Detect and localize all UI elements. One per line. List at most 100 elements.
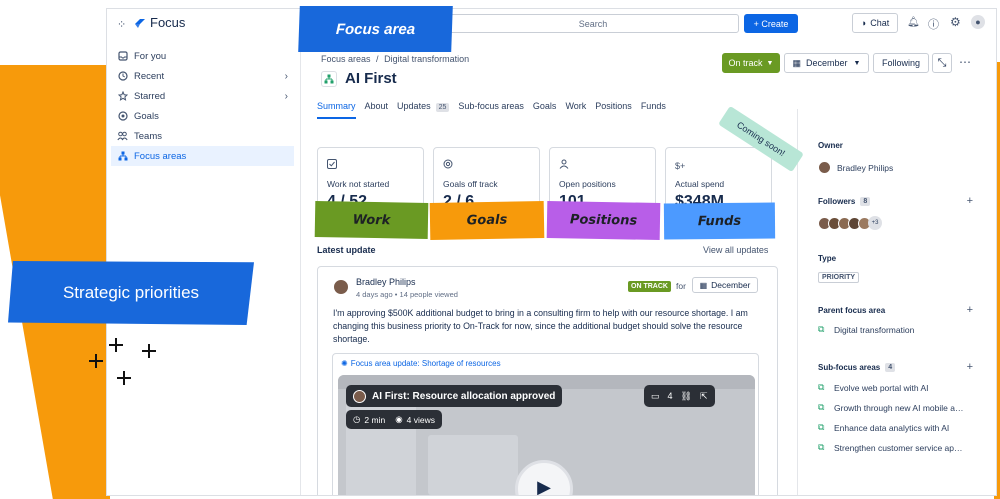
clock-icon — [117, 71, 128, 82]
update-card: Bradley Philips 4 days ago • 14 people v… — [317, 266, 778, 496]
sub-focus-area-name: Enhance data analytics with AI — [834, 422, 950, 433]
chevron-right-icon[interactable]: › — [285, 71, 288, 82]
tab-about[interactable]: About — [365, 101, 389, 119]
metric-card-funds[interactable]: $+ Actual spend $348M — [665, 147, 772, 211]
breadcrumb-root-link[interactable]: Focus areas — [321, 54, 371, 64]
tab-updates[interactable]: Updates 25 — [397, 101, 450, 119]
add-sub-focus-area-icon[interactable]: + — [967, 361, 973, 373]
sidebar-item-label: For you — [134, 50, 167, 62]
sub-focus-area-name: Evolve web portal with AI — [834, 382, 929, 393]
collapse-icon[interactable]: ⤡ — [932, 53, 952, 73]
followers-label: Followers — [818, 197, 856, 206]
notifications-icon[interactable]: 🔔︎ — [907, 17, 920, 28]
app-name[interactable]: Focus — [150, 15, 185, 30]
video-preview-panel — [428, 435, 518, 495]
breadcrumb-current-link[interactable]: Digital transformation — [384, 54, 469, 64]
settings-gear-icon[interactable]: ⚙ — [950, 15, 961, 29]
sub-focus-areas-count: 4 — [885, 363, 896, 372]
sidebar-item-goals[interactable]: Goals — [111, 106, 294, 126]
status-dropdown-label: On track — [728, 58, 763, 68]
tab-work[interactable]: Work — [565, 101, 586, 119]
tab-goals[interactable]: Goals — [533, 101, 557, 119]
update-meta: 4 days ago • 14 people viewed — [356, 290, 458, 299]
sub-focus-area-item[interactable]: ⧉ Evolve web portal with AI — [818, 382, 929, 393]
sidebar-item-label: Goals — [134, 110, 159, 122]
sub-focus-areas-label-row: Sub-focus areas 4 — [818, 363, 896, 372]
link-icon[interactable]: ⛓︎ — [681, 391, 692, 402]
focus-logo-icon — [134, 16, 146, 28]
update-body: I'm approving $500K additional budget to… — [333, 308, 748, 344]
chevron-down-icon: ▼ — [766, 59, 774, 67]
app-switcher-icon[interactable]: ⁘ — [117, 18, 126, 31]
tab-summary[interactable]: Summary — [317, 101, 356, 119]
page-title: AI First — [345, 70, 397, 87]
star-icon — [117, 91, 128, 102]
sub-focus-area-item[interactable]: ⧉ Enhance data analytics with AI — [818, 422, 949, 433]
calendar-icon: ▦ — [699, 280, 708, 290]
month-dropdown[interactable]: ▦ December ▼ — [784, 53, 869, 73]
focus-area-icon — [321, 70, 337, 87]
update-meta-separator: • — [394, 290, 398, 299]
chat-button[interactable]: ◑ Chat — [852, 13, 898, 33]
sub-focus-area-item[interactable]: ⧉ Growth through new AI mobile a… — [818, 402, 963, 413]
parent-focus-area-item[interactable]: ⧉ Digital transformation — [818, 324, 914, 335]
help-icon[interactable]: ⓘ — [928, 16, 939, 32]
sidebar-item-for-you[interactable]: For you — [111, 46, 294, 66]
linked-update-link[interactable]: ✺ Focus area update: Shortage of resource… — [341, 359, 501, 368]
create-button[interactable]: + Create — [744, 14, 798, 33]
sub-focus-areas-label: Sub-focus areas — [818, 363, 881, 372]
sidebar-item-teams[interactable]: Teams — [111, 126, 294, 146]
sidebar-item-recent[interactable]: Recent › — [111, 66, 294, 86]
more-options-icon[interactable]: ⋯ — [959, 55, 971, 69]
video-title-bar: AI First: Resource allocation approved — [346, 385, 563, 407]
tab-sub-focus-areas[interactable]: Sub-focus areas — [458, 101, 524, 119]
hierarchy-icon: ⧉ — [818, 422, 825, 432]
funds-tag: Funds — [663, 202, 776, 240]
sidebar-item-label: Starred — [134, 90, 166, 102]
view-all-updates-link[interactable]: View all updates — [703, 245, 768, 255]
search-input[interactable]: Search — [447, 14, 739, 33]
video-player[interactable]: AI First: Resource allocation approved ▭… — [338, 375, 755, 496]
comment-count: 4 — [667, 391, 673, 401]
comment-icon[interactable]: ▭ — [651, 391, 660, 402]
play-icon: ▶ — [537, 477, 551, 496]
chat-icon: ◑ — [860, 18, 867, 28]
add-follower-icon[interactable]: + — [967, 195, 973, 207]
owner-row[interactable]: Bradley Philips — [818, 161, 893, 174]
followers-avatars[interactable]: +3 — [818, 216, 882, 230]
update-meta-views: 14 people viewed — [399, 290, 458, 299]
chevron-right-icon[interactable]: › — [285, 91, 288, 102]
profile-avatar-icon[interactable]: ● — [971, 15, 985, 29]
add-parent-icon[interactable]: + — [967, 304, 973, 316]
video-title: AI First: Resource allocation approved — [372, 390, 556, 402]
update-meta-ago: 4 days ago — [356, 290, 393, 299]
positions-tag: Positions — [546, 201, 661, 240]
video-author-avatar — [353, 389, 366, 403]
top-bar: ⁘ Focus Search + Create ◑ Chat 🔔︎ ⓘ ⚙ ● — [107, 9, 996, 39]
sub-focus-area-name: Growth through new AI mobile a… — [834, 402, 964, 413]
parent-focus-area-label: Parent focus area — [818, 306, 886, 315]
clock-icon: ◷ — [353, 414, 361, 424]
breadcrumb: Focus areas / Digital transformation — [321, 54, 469, 64]
open-external-icon[interactable]: ⇱ — [700, 391, 708, 402]
sidebar-item-label: Recent — [134, 70, 165, 82]
linked-update-embed: ✺ Focus area update: Shortage of resource… — [332, 353, 759, 496]
sidebar-item-starred[interactable]: Starred › — [111, 86, 294, 106]
type-label: Type — [818, 254, 837, 263]
following-button[interactable]: Following — [873, 53, 929, 73]
latest-update-heading: Latest update — [317, 245, 376, 255]
sidebar-item-focus-areas[interactable]: Focus areas — [111, 146, 294, 166]
tab-positions[interactable]: Positions — [595, 101, 632, 119]
people-icon — [117, 131, 128, 142]
sub-focus-area-item[interactable]: ⧉ Strengthen customer service ap… — [818, 442, 963, 453]
sidebar-item-label: Focus areas — [134, 150, 187, 162]
update-month-chip[interactable]: ▦ December — [692, 277, 758, 293]
focus-area-callout: Focus area — [298, 6, 453, 52]
for-label: for — [676, 281, 686, 291]
tab-funds[interactable]: Funds — [641, 101, 666, 119]
play-button[interactable]: ▶ — [515, 460, 573, 496]
status-dropdown[interactable]: On track ▼ — [722, 53, 780, 73]
dollar-plus-icon: $+ — [675, 161, 686, 171]
hierarchy-icon — [117, 151, 128, 162]
update-author[interactable]: Bradley Philips — [356, 277, 416, 287]
